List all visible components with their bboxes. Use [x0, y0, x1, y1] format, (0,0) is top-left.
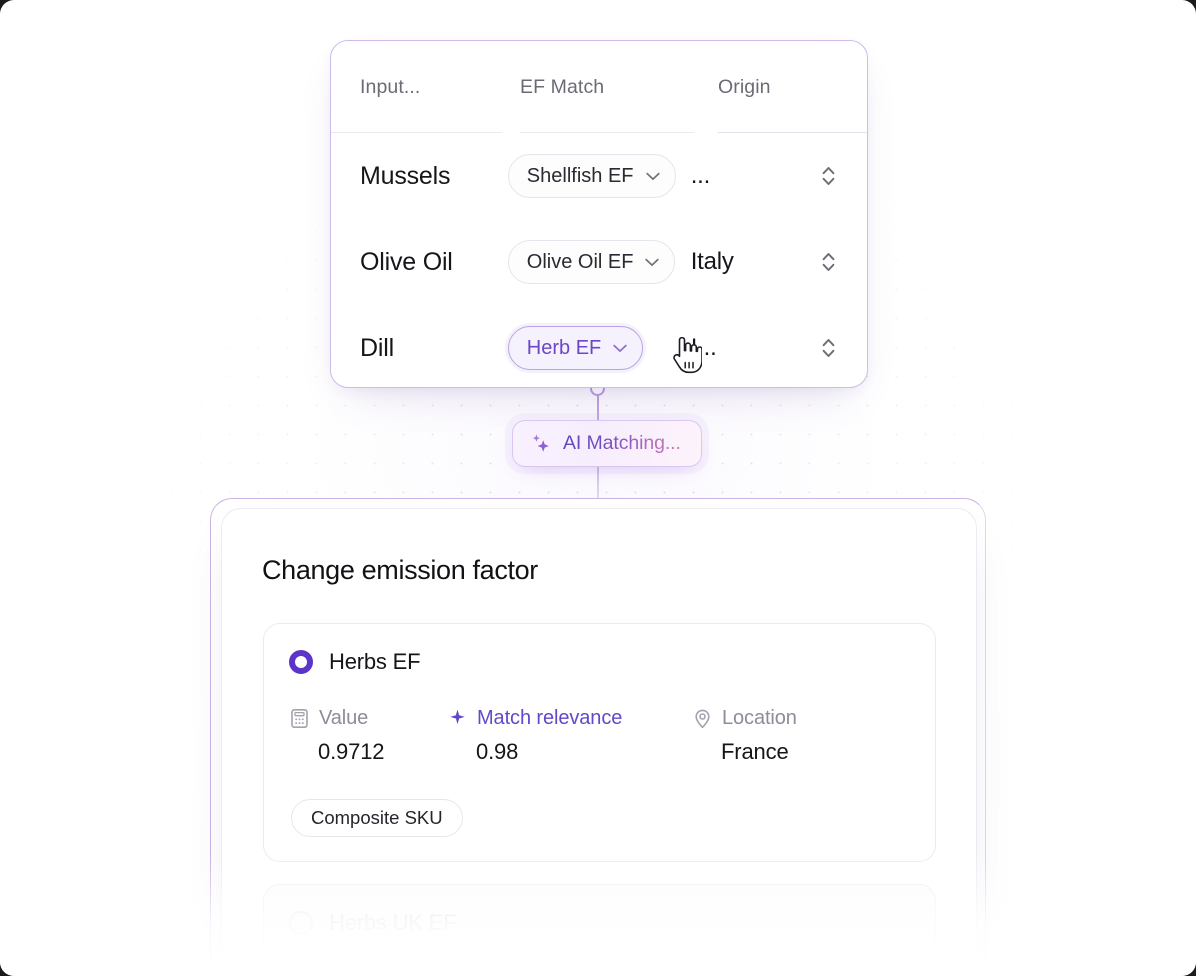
sort-chevrons-icon[interactable] [820, 335, 837, 361]
origin-value: ... [690, 162, 711, 189]
table-row[interactable]: Olive Oil Olive Oil EF Italy [331, 219, 867, 305]
option-name: Herbs UK EF [329, 910, 457, 935]
table-row[interactable]: Mussels Shellfish EF ... [331, 133, 867, 219]
sparkle-icon [447, 708, 468, 729]
sparkle-icon [530, 432, 552, 456]
cell-input-name: Olive Oil [360, 247, 453, 276]
ef-match-table-card: Input... EF Match Origin Mussels Shellfi… [330, 40, 868, 388]
column-header-origin[interactable]: Origin [718, 41, 867, 133]
metric-label-row: Match relevance [447, 707, 692, 730]
metric-location: Location France [692, 707, 797, 765]
metric-value-text: 0.9712 [318, 739, 385, 764]
change-emission-factor-panel: Change emission factor Herbs EF Value 0.… [221, 508, 977, 976]
metric-label: Match relevance [477, 707, 623, 729]
ef-match-value: Shellfish EF [526, 164, 634, 187]
cell-origin: Italy [691, 248, 820, 276]
cell-ef-match: Olive Oil EF [507, 240, 691, 284]
screen-canvas: Input... EF Match Origin Mussels Shellfi… [0, 0, 1196, 976]
ef-match-dropdown-active[interactable]: Herb EF [507, 326, 644, 370]
table-row[interactable]: Dill Herb EF I... [331, 305, 867, 387]
metric-label-row: Location [692, 707, 797, 730]
chevron-down-icon [645, 258, 660, 267]
sort-chevrons-icon[interactable] [820, 249, 837, 275]
ef-match-value: Herb EF [526, 336, 602, 359]
ef-option-card[interactable]: Herbs EF Value 0.9712 Match relevance 0.… [263, 623, 936, 862]
chevron-down-icon [645, 172, 660, 181]
ai-matching-badge[interactable]: AI Matching... [512, 420, 702, 467]
cell-input-name: Mussels [360, 161, 451, 190]
metric-value-text: France [721, 739, 789, 764]
cell-origin: ... [691, 162, 820, 190]
table-header-row: Input... EF Match Origin [331, 41, 867, 133]
ef-option-card[interactable]: Herbs UK EF [263, 884, 936, 975]
metric-label: Value [319, 707, 369, 729]
metric-match-relevance: Match relevance 0.98 [447, 707, 692, 765]
option-name: Herbs EF [329, 649, 421, 674]
metric-value-text: 0.98 [476, 739, 519, 764]
cell-input-name: Dill [360, 333, 394, 362]
ef-match-dropdown[interactable]: Olive Oil EF [507, 240, 676, 284]
cell-ef-match: Herb EF [507, 326, 691, 370]
radio-selected-icon[interactable] [289, 650, 313, 674]
cell-origin: I... [691, 334, 820, 362]
calculator-icon [289, 708, 310, 729]
origin-value: I... [690, 334, 717, 361]
metric-value: Value 0.9712 [289, 707, 447, 765]
column-header-ef-match[interactable]: EF Match [520, 41, 718, 133]
column-header-input[interactable]: Input... [331, 41, 520, 133]
radio-unselected-icon[interactable] [289, 911, 313, 935]
composite-sku-tag[interactable]: Composite SKU [291, 799, 463, 837]
metric-label: Location [722, 707, 797, 729]
panel-title: Change emission factor [262, 555, 538, 585]
chevron-down-icon [613, 344, 627, 353]
location-pin-icon [692, 708, 713, 729]
option-metrics: Value 0.9712 Match relevance 0.98 Locati… [264, 675, 935, 765]
ef-match-value: Olive Oil EF [526, 250, 634, 273]
sort-chevrons-icon[interactable] [820, 163, 837, 189]
option-header: Herbs EF [264, 624, 935, 675]
metric-label-row: Value [289, 707, 447, 730]
option-header: Herbs UK EF [264, 885, 935, 936]
origin-value: Italy [690, 248, 734, 275]
cell-ef-match: Shellfish EF [507, 154, 691, 198]
ef-match-dropdown[interactable]: Shellfish EF [507, 154, 676, 198]
ai-matching-label: AI Matching... [563, 432, 681, 454]
